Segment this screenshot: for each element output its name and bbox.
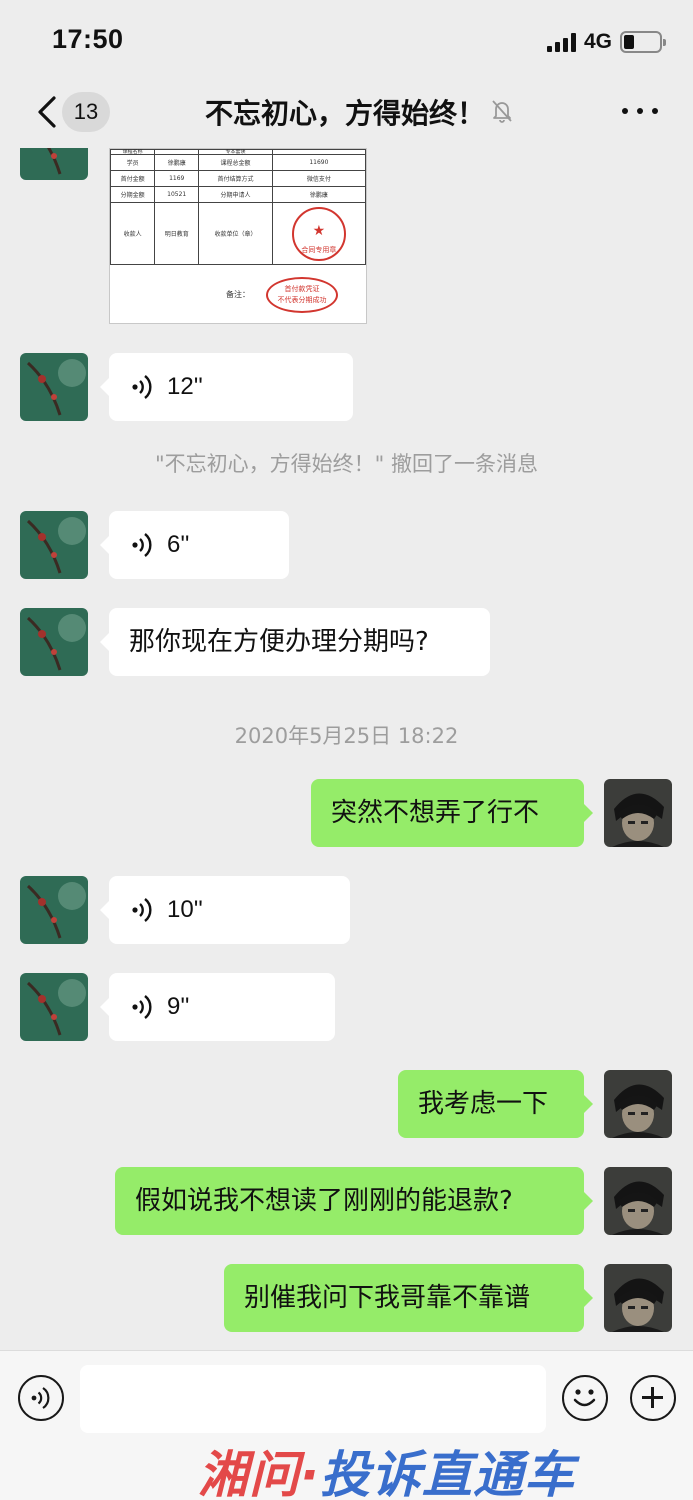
my-avatar[interactable] (604, 779, 672, 847)
sent-text-message[interactable]: 假如说我不想读了刚刚的能退款? (115, 1167, 593, 1235)
receipt-image[interactable]: 课程名称 专本套读 学员 徐鹏康 课程总金额 11690 首付金额 1169 首付结算方式微… (109, 148, 367, 324)
receipt-cell: 微信支付 (271, 170, 366, 187)
contact-avatar[interactable] (20, 511, 88, 579)
contact-avatar[interactable] (20, 608, 88, 676)
battery-icon (620, 31, 666, 53)
receipt-cell: 课程总金额 (198, 154, 273, 171)
chevron-left-icon (38, 96, 56, 128)
receipt-cell: 1169 (154, 170, 200, 187)
receipt-cell: 11690 (271, 154, 366, 171)
receipt-cell: 收款人 (110, 202, 156, 265)
my-avatar[interactable] (604, 1070, 672, 1138)
receipt-cell: 合同专用章 (271, 202, 366, 265)
chat-title: 不忘初心，方得始终！ (205, 97, 486, 130)
receipt-table: 课程名称 专本套读 学员 徐鹏康 课程总金额 11690 首付金额 1169 首付结算方式微… (110, 149, 366, 265)
receipt-cell: 分期金额 (110, 186, 156, 203)
message-timestamp: 2020年5月25日 18:22 (234, 724, 459, 748)
voice-duration: 9'' (167, 993, 190, 1020)
voice-wave-icon (132, 898, 152, 922)
chat-header: 13 不忘初心，方得始终！ (0, 84, 693, 148)
voice-duration: 12'' (167, 373, 203, 400)
receipt-note: 备注： 首付款凭证 不代表分期成功 (110, 265, 366, 323)
note-stamp: 首付款凭证 不代表分期成功 (266, 277, 338, 313)
recall-notice: "不忘初心，方得始终！" 撤回了一条消息 (155, 452, 538, 476)
voice-wave-icon (132, 995, 152, 1019)
contact-avatar[interactable] (20, 876, 88, 944)
voice-duration: 10'' (167, 896, 203, 923)
voice-duration: 6'' (167, 531, 190, 558)
receipt-cell: 分期申请人 (198, 186, 273, 203)
text-message[interactable]: 那你现在方便办理分期吗? (100, 608, 490, 676)
receipt-cell: 首付结算方式 (198, 170, 273, 187)
voice-wave-icon (132, 533, 152, 557)
contact-avatar[interactable] (20, 148, 88, 180)
sent-text-message[interactable]: 我考虑一下 (398, 1070, 593, 1138)
voice-input-button[interactable] (18, 1375, 64, 1421)
receipt-cell: 首付金额 (110, 170, 156, 187)
company-stamp: 合同专用章 (291, 206, 346, 261)
watermark-logo: 湘问·投诉直通车 (198, 1446, 575, 1500)
voice-wave-icon (132, 375, 152, 399)
receipt-cell: 徐鹏康 (154, 154, 200, 171)
voice-message[interactable]: 12'' (100, 353, 353, 421)
network-label: 4G (584, 30, 613, 53)
sent-text-message[interactable]: 别催我问下我哥靠不靠谱 (224, 1264, 593, 1332)
emoji-button[interactable] (562, 1375, 608, 1421)
contact-avatar[interactable] (20, 973, 88, 1041)
mute-bell-icon (492, 100, 512, 123)
receipt-cell: 徐鹏康 (271, 186, 366, 203)
my-avatar[interactable] (604, 1264, 672, 1332)
receipt-cell: 明日教育 (154, 202, 200, 265)
smiley-icon (573, 1389, 596, 1407)
signal-icon (547, 32, 577, 52)
receipt-cell: 10521 (154, 186, 200, 203)
input-bar: 湘问·投诉直通车 (0, 1350, 693, 1500)
back-button[interactable]: 13 (28, 90, 118, 134)
voice-wave-icon (31, 1387, 50, 1409)
voice-message[interactable]: 10'' (100, 876, 350, 944)
receipt-cell: 收款单位（章） (198, 202, 273, 265)
status-time: 17:50 (52, 24, 124, 54)
my-avatar[interactable] (604, 1167, 672, 1235)
voice-message[interactable]: 9'' (100, 973, 335, 1041)
receipt-cell: 学员 (110, 154, 156, 171)
more-options-button[interactable] (622, 96, 658, 126)
sent-text-message[interactable]: 突然不想弄了行不 (311, 779, 593, 847)
voice-message[interactable]: 6'' (100, 511, 289, 579)
message-input[interactable] (80, 1365, 546, 1433)
contact-avatar[interactable] (20, 353, 88, 421)
more-actions-button[interactable] (630, 1375, 676, 1421)
unread-count-badge: 13 (62, 92, 110, 132)
chat-area[interactable]: 课程名称 专本套读 学员 徐鹏康 课程总金额 11690 首付金额 1169 首付结算方式微… (0, 148, 693, 1348)
note-label: 备注： (226, 290, 250, 299)
status-bar: 17:50 4G (0, 0, 693, 84)
